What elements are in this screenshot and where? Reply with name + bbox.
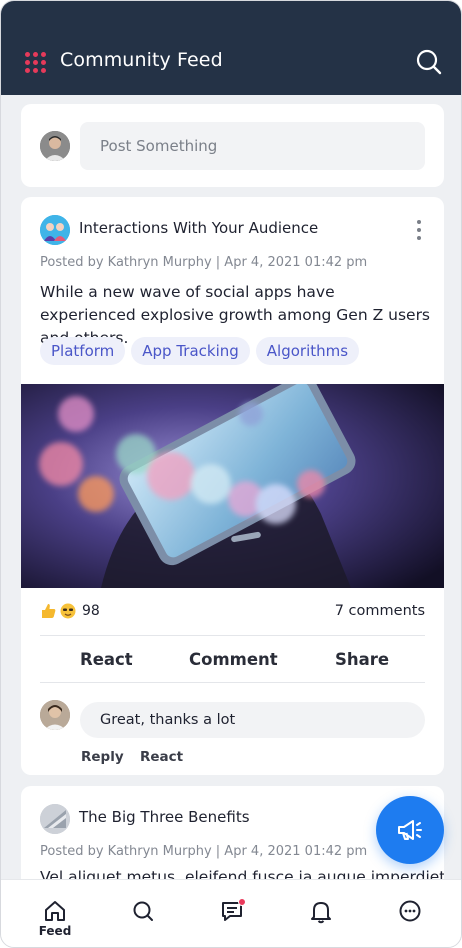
page-title: Community Feed [60,49,223,71]
divider [40,635,425,636]
home-icon [45,901,65,921]
post-title[interactable]: Interactions With Your Audience [79,219,318,237]
nav-notifications[interactable] [299,894,343,934]
post-meta: Posted by Kathryn Murphy | Apr 4, 2021 0… [40,844,368,859]
post-something-input[interactable] [80,122,425,170]
post-meta: Posted by Kathryn Murphy | Apr 4, 2021 0… [40,255,368,270]
comment-button[interactable]: Comment [189,650,278,669]
nav-feed-label: Feed [38,924,72,938]
composer-card [21,104,444,187]
post-card: Interactions With Your Audience Posted b… [21,197,444,775]
group-avatar[interactable] [40,215,70,245]
thumbs-up-icon [40,603,56,619]
react-button[interactable]: React [80,650,133,669]
nav-messages[interactable] [210,894,254,934]
nav-more[interactable] [388,894,432,934]
megaphone-icon [398,820,422,840]
tag-algorithms[interactable]: Algorithms [255,337,360,365]
grid-dots-icon[interactable] [25,52,47,74]
post-title[interactable]: The Big Three Benefits [79,808,250,826]
phone-frame: Community Feed Post Something Interactio… [0,0,462,948]
share-button[interactable]: Share [335,650,389,669]
user-avatar[interactable] [40,131,70,161]
tag-platform[interactable]: Platform [40,337,126,365]
unread-badge [238,898,246,906]
tag-list: Platform App Tracking Algorithms [40,337,360,365]
reaction-summary[interactable]: 98 [40,603,100,619]
comments-count[interactable]: 7 comments [335,603,425,619]
comment-react-link[interactable]: React [140,749,183,765]
bell-icon [311,902,331,924]
comment-text: Great, thanks a lot [80,702,425,738]
more-circle-icon [399,900,421,922]
nav-feed[interactable]: Feed [33,894,77,938]
more-options-icon[interactable] [414,218,424,242]
group-avatar[interactable] [40,804,70,834]
bottom-nav: Feed [1,879,461,947]
reply-link[interactable]: Reply [81,749,124,765]
cool-face-icon [60,603,76,619]
search-button[interactable] [415,48,443,76]
post-image[interactable] [21,384,444,588]
commenter-avatar[interactable] [40,700,70,730]
search-icon [133,901,153,921]
nav-search[interactable] [121,894,165,934]
app-header: Community Feed [1,1,461,95]
reaction-count: 98 [82,603,100,619]
search-icon [416,49,442,75]
announce-fab[interactable] [376,796,444,864]
divider [40,682,425,683]
tag-app-tracking[interactable]: App Tracking [131,337,250,365]
